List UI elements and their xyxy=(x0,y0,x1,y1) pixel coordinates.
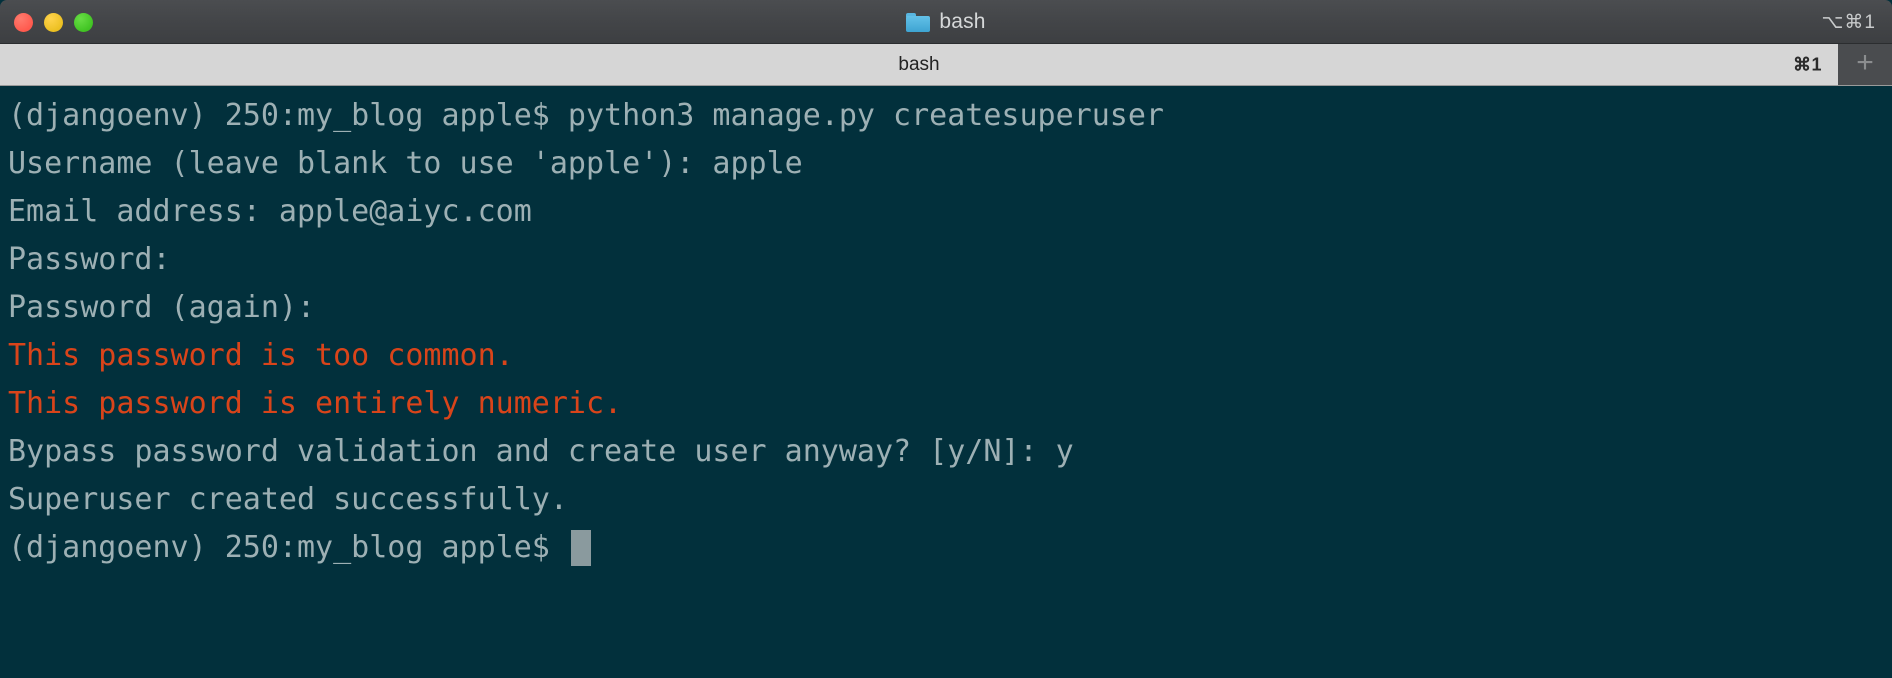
tab-bash[interactable]: bash ⌘1 xyxy=(0,44,1838,85)
close-button[interactable] xyxy=(14,12,33,32)
terminal-line-error: This password is entirely numeric. xyxy=(8,386,623,421)
window-titlebar: bash ⌥⌘1 xyxy=(0,0,1892,44)
terminal-line: Password (again): xyxy=(8,290,316,325)
terminal-line: Superuser created successfully. xyxy=(8,482,568,517)
tab-bash-label: bash xyxy=(898,53,940,75)
terminal-line: Password: xyxy=(8,242,171,277)
terminal-line-error: This password is too common. xyxy=(8,338,514,373)
traffic-lights xyxy=(14,0,93,44)
terminal-cursor xyxy=(570,530,591,566)
terminal-window: bash ⌥⌘1 bash ⌘1 + (djangoenv) 250:my_bl… xyxy=(0,0,1892,678)
window-shortcut-label: ⌥⌘1 xyxy=(1821,11,1876,33)
maximize-button[interactable] xyxy=(74,12,93,32)
terminal-output[interactable]: (djangoenv) 250:my_blog apple$ python3 m… xyxy=(0,86,1892,678)
tab-bar: bash ⌘1 + xyxy=(0,44,1892,86)
folder-icon xyxy=(906,12,931,32)
tab-bash-shortcut: ⌘1 xyxy=(1792,54,1822,74)
terminal-prompt-line: (djangoenv) 250:my_blog apple$ xyxy=(8,524,1892,572)
terminal-prompt: (djangoenv) 250:my_blog apple$ xyxy=(8,530,568,565)
window-title-group: bash xyxy=(0,0,1892,44)
new-tab-button[interactable]: + xyxy=(1838,44,1892,85)
terminal-line: (djangoenv) 250:my_blog apple$ python3 m… xyxy=(8,98,1164,133)
terminal-line: Username (leave blank to use 'apple'): a… xyxy=(8,146,803,181)
minimize-button[interactable] xyxy=(44,12,63,32)
terminal-line: Bypass password validation and create us… xyxy=(8,434,1074,469)
terminal-line: Email address: apple@aiyc.com xyxy=(8,194,532,229)
window-title: bash xyxy=(939,10,986,33)
